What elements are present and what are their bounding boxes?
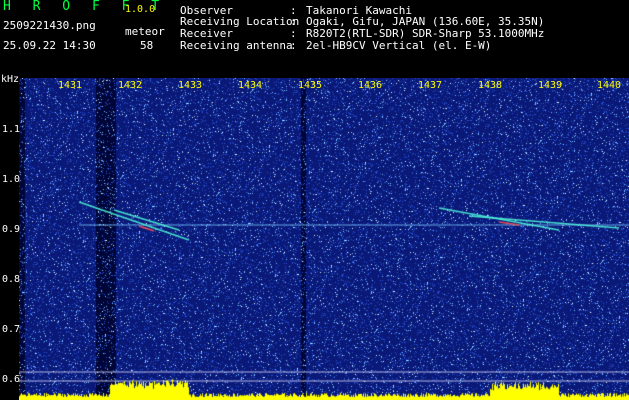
antenna-value: 2el-HB9CV Vertical (el. E-W) (306, 39, 492, 52)
x-tick: 1433 (178, 80, 203, 91)
y-unit-label: kHz (1, 74, 20, 85)
meteor-label: meteor (125, 25, 165, 38)
x-tick: 1439 (538, 80, 563, 91)
y-tick: 0.8 (2, 274, 21, 285)
antenna-key: Receiving antenna (180, 39, 293, 52)
spectrogram (19, 78, 629, 400)
version-label: 1.0.0 (125, 4, 156, 15)
y-tick: 0.9 (2, 224, 21, 235)
x-tick: 1432 (118, 80, 143, 91)
x-tick: 1440 (597, 80, 622, 91)
y-tick: 0.7 (2, 324, 21, 335)
filename-label: 2509221430.png (3, 19, 96, 32)
antenna-sep: : (290, 39, 297, 52)
x-tick: 1436 (358, 80, 383, 91)
y-tick: 1.0 (2, 174, 21, 185)
datetime-label: 25.09.22 14:30 (3, 39, 96, 52)
hrofft-display: H R O F F T 1.0.0 2509221430.png 25.09.2… (0, 0, 629, 400)
x-tick: 1438 (478, 80, 503, 91)
meteor-count: 58 (140, 39, 154, 52)
x-tick: 1434 (238, 80, 263, 91)
y-tick: 1.1 (2, 124, 21, 135)
y-tick: 0.6 (2, 374, 21, 385)
x-tick: 1431 (58, 80, 83, 91)
x-tick: 1437 (418, 80, 443, 91)
x-tick: 1435 (298, 80, 323, 91)
